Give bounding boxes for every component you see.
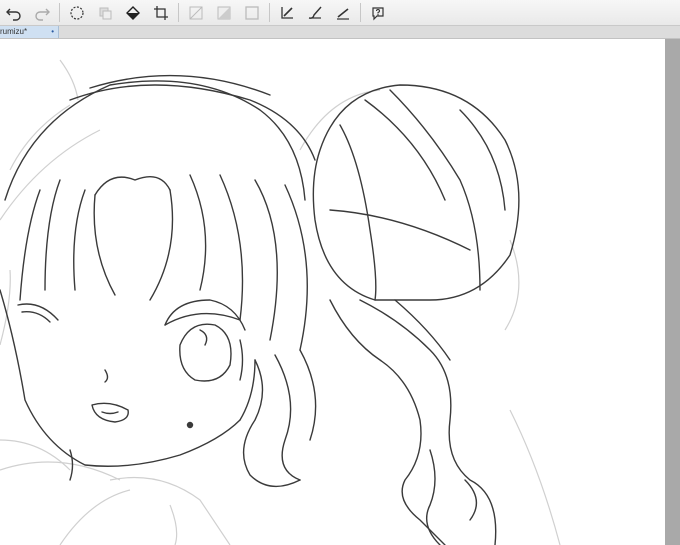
fill-bucket-icon [126,5,140,20]
copy-layer-button[interactable] [91,0,119,25]
close-tab-icon[interactable]: • [51,26,54,38]
lasso-select-icon [70,5,84,20]
pen-tool-icon [281,6,293,19]
toolbar-separator [269,3,270,22]
transparency-grid-icon [189,6,203,19]
crop-button[interactable] [147,0,175,25]
drawing-canvas[interactable] [0,39,665,545]
lasso-select-button[interactable] [63,0,91,25]
copy-layer-icon [99,7,112,19]
document-tab-label: rumizu* [0,27,28,36]
frame-icon [245,5,259,20]
toolbar [0,0,680,26]
half-tone-icon [217,6,231,19]
pen-tool-button[interactable] [273,0,301,25]
pencil-tool-button[interactable] [329,0,357,25]
undo-button[interactable] [0,0,28,25]
vertical-scrollbar[interactable] [665,39,680,545]
half-tone-button[interactable] [210,0,238,25]
toolbar-separator [59,3,60,22]
brush-tool-icon [308,6,322,19]
transparency-grid-button[interactable] [182,0,210,25]
document-tab[interactable]: rumizu* • [0,26,59,38]
line-art-drawing [0,59,561,545]
redo-icon [35,8,50,21]
help-icon [372,6,384,20]
help-button[interactable] [364,0,392,25]
fill-bucket-button[interactable] [119,0,147,25]
redo-button[interactable] [28,0,56,25]
undo-icon [6,8,21,21]
toolbar-separator [178,3,179,22]
frame-button[interactable] [238,0,266,25]
toolbar-separator [360,3,361,22]
pencil-tool-icon [337,7,349,20]
crop-icon [154,5,168,20]
brush-tool-button[interactable] [301,0,329,25]
document-tab-bar: rumizu* • [0,26,680,39]
